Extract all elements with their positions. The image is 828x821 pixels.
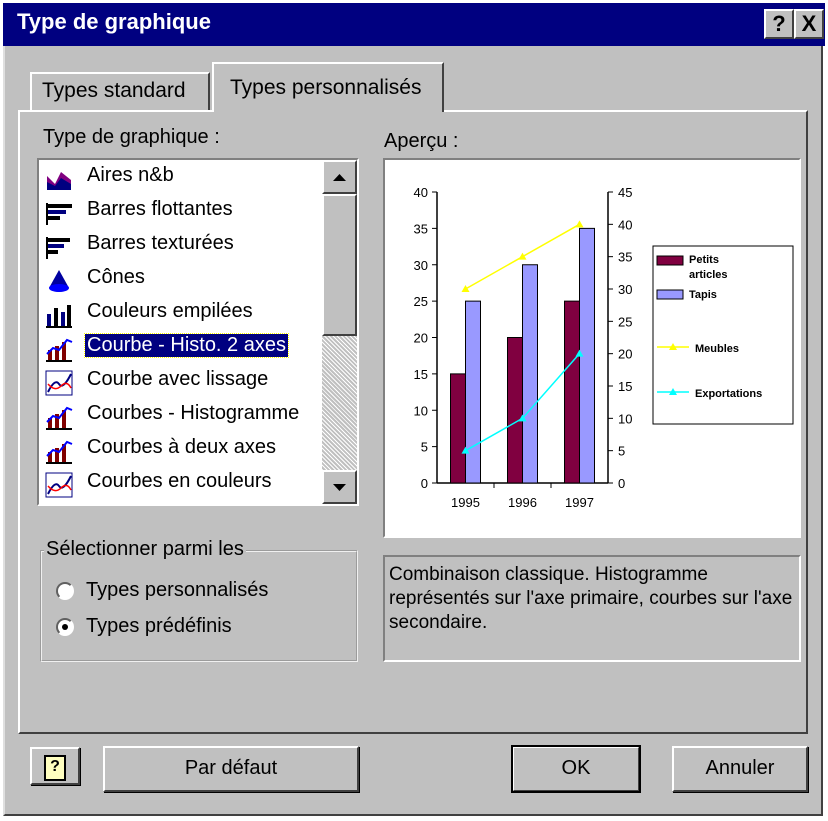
radio-selected-dot — [62, 624, 68, 630]
list-item-label: Courbe - Histo. 2 axes — [84, 333, 289, 358]
bar — [507, 337, 523, 484]
textured-bar-icon — [46, 237, 70, 259]
list-item-label: Barres flottantes — [87, 198, 233, 220]
y2-tick-label: 30 — [618, 282, 632, 297]
radio-label-personnalises: Types personnalisés — [86, 579, 269, 601]
list-item-label: Courbes à deux axes — [87, 436, 277, 458]
legend-swatch — [656, 255, 684, 266]
help-title-button[interactable]: ? — [764, 9, 794, 39]
chart-description: Combinaison classique. Histogramme repré… — [383, 555, 801, 662]
dialog-title: Type de graphique — [17, 9, 211, 34]
y2-tick-label: 10 — [618, 411, 632, 426]
y-tick-label: 20 — [414, 331, 428, 346]
arrow-up-icon — [333, 174, 346, 181]
point-marker — [461, 285, 470, 292]
list-item[interactable]: Barres texturées — [41, 230, 331, 264]
legend-swatch — [656, 289, 684, 300]
stacked-column-icon — [46, 305, 72, 328]
scroll-thumb[interactable] — [322, 194, 357, 336]
point-marker — [518, 252, 527, 260]
y-tick-label: 0 — [421, 476, 428, 491]
list-item[interactable]: Courbes à deux axes — [41, 434, 331, 468]
list-item-label: Courbes en couleurs — [87, 470, 272, 492]
bar — [564, 300, 580, 484]
tab-types-standard[interactable]: Types standard — [30, 72, 210, 110]
y-tick-label: 40 — [414, 185, 428, 200]
list-item-label: Couleurs empilées — [87, 300, 253, 322]
title-bar: Type de graphique ? X — [3, 3, 825, 46]
x-tick-label: 1996 — [508, 495, 537, 510]
y-tick-label: 30 — [414, 258, 428, 273]
legend-label: Tapis — [689, 289, 717, 301]
y2-tick-label: 25 — [618, 314, 632, 329]
x-tick-label: 1995 — [451, 495, 480, 510]
radio-types-personnalises[interactable] — [56, 582, 74, 600]
bar — [522, 264, 538, 484]
scroll-up-button[interactable] — [322, 160, 357, 194]
area-chart-icon — [47, 172, 71, 190]
list-item-label: Cônes — [87, 266, 145, 288]
line-column-icon — [46, 440, 73, 464]
line-column-icon — [46, 406, 73, 430]
smooth-line-icon — [45, 370, 73, 396]
list-item[interactable]: Courbe - Histo. 2 axes — [41, 332, 331, 366]
point-marker — [575, 220, 584, 228]
cancel-button[interactable]: Annuler — [672, 746, 808, 792]
legend-label: Meubles — [695, 343, 739, 355]
scroll-down-button[interactable] — [322, 470, 357, 504]
y2-tick-label: 0 — [618, 476, 625, 491]
y2-tick-label: 5 — [618, 444, 625, 459]
floating-bar-icon — [46, 203, 72, 225]
y-tick-label: 25 — [414, 294, 428, 309]
chart-preview: 0 5 10 15 20 25 30 35 40 0 5 10 15 20 25 30 35 40 45 1995 19… — [383, 158, 801, 538]
list-item[interactable]: Courbe avec lissage — [41, 366, 331, 400]
list-item-label: Courbes - Histogramme — [87, 402, 300, 424]
preview-label: Aperçu : — [384, 130, 459, 152]
radio-label-predefinis: Types prédéfinis — [86, 615, 232, 637]
y2-tick-label: 20 — [618, 347, 632, 362]
cone-icon — [49, 270, 69, 292]
y2-tick-label: 15 — [618, 379, 632, 394]
y-tick-label: 15 — [414, 367, 428, 382]
list-item-label: Barres texturées — [87, 232, 234, 254]
close-button[interactable]: X — [794, 9, 824, 39]
line-column-icon — [46, 338, 73, 362]
legend-label: Exportations — [695, 388, 762, 400]
list-item-label: Aires n&b — [87, 164, 174, 186]
help-button[interactable]: ? — [30, 747, 80, 785]
y-tick-label: 35 — [414, 221, 428, 236]
ok-button[interactable]: OK — [511, 745, 641, 793]
list-item[interactable]: Cônes — [41, 264, 331, 298]
x-tick-label: 1997 — [565, 495, 594, 510]
list-item[interactable]: Courbes en couleurs — [41, 468, 331, 502]
bar — [450, 373, 466, 484]
list-item[interactable]: Aires n&b — [41, 162, 331, 196]
radio-types-predefinis[interactable] — [56, 618, 74, 636]
list-item-label: Courbe avec lissage — [87, 368, 269, 390]
arrow-down-icon — [333, 484, 346, 491]
y2-tick-label: 40 — [618, 217, 632, 232]
y-tick-label: 5 — [421, 440, 428, 455]
legend-label: articles — [689, 269, 728, 281]
group-title: Sélectionner parmi les — [44, 538, 246, 561]
preview-chart: 0 5 10 15 20 25 30 35 40 0 5 10 15 20 25 30 35 40 45 1995 19… — [414, 185, 794, 510]
tab-label: Types personnalisés — [230, 76, 422, 99]
smooth-line-icon — [45, 472, 73, 498]
y2-tick-label: 35 — [618, 250, 632, 265]
tab-label: Types standard — [42, 79, 186, 102]
y2-tick-label: 45 — [618, 185, 632, 200]
default-button[interactable]: Par défaut — [103, 746, 359, 792]
tab-types-personnalises[interactable]: Types personnalisés — [212, 62, 444, 112]
listbox-scrollbar[interactable] — [322, 160, 357, 504]
list-item[interactable]: Barres flottantes — [41, 196, 331, 230]
bar — [465, 300, 481, 484]
chart-type-listbox[interactable]: Aires n&b Barres flottantes Barres texturé… — [37, 158, 359, 506]
legend-label: Petits — [689, 254, 719, 266]
y-tick-label: 10 — [414, 403, 428, 418]
select-from-group — [40, 550, 358, 662]
list-item[interactable]: Courbes - Histogramme — [41, 400, 331, 434]
list-item[interactable]: Couleurs empilées — [41, 298, 331, 332]
chart-type-label: Type de graphique : — [43, 126, 220, 148]
help-icon: ? — [44, 755, 66, 781]
